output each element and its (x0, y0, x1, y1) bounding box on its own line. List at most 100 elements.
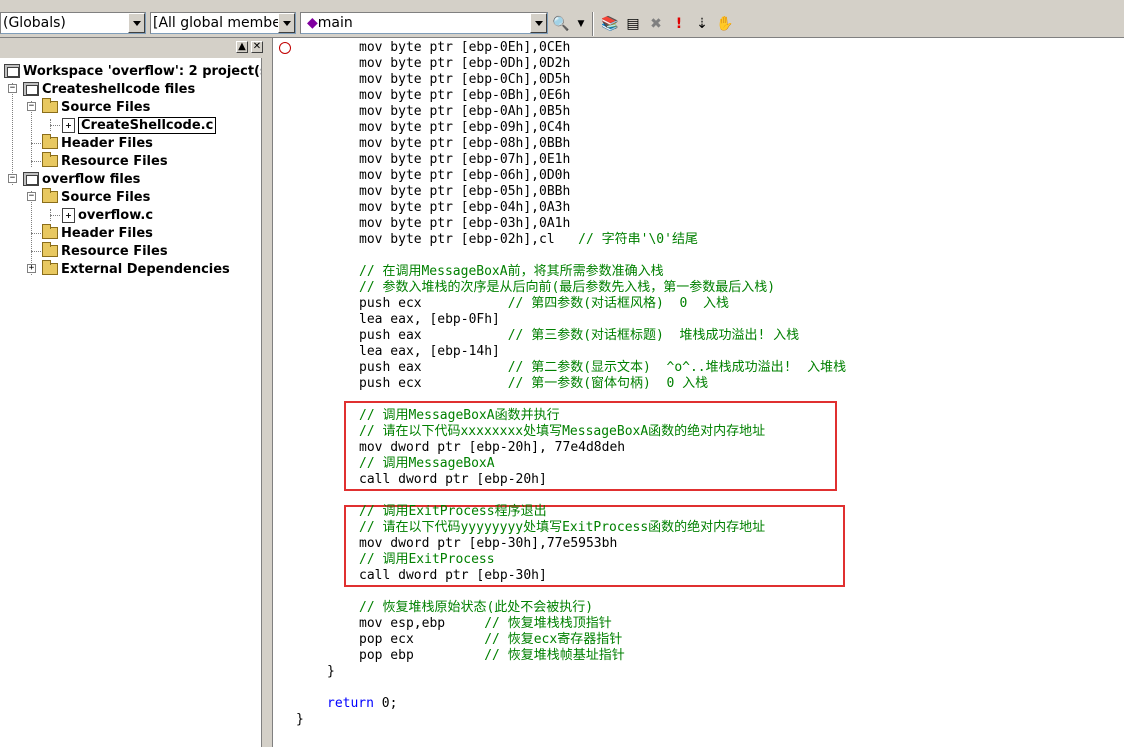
code-comment: // 第三参数(对话框标题) 堆栈成功溢出! 入栈 (507, 328, 800, 343)
folder-header-files[interactable]: Header Files (42, 224, 153, 242)
project-label: Createshellcode files (42, 81, 196, 97)
dock-icon[interactable]: ▲ (236, 41, 248, 53)
chevron-down-icon[interactable] (128, 13, 145, 33)
code-keyword: return (327, 696, 374, 711)
chevron-down-icon[interactable] (278, 13, 295, 33)
breakpoint-icon[interactable] (279, 42, 291, 54)
code-text: pop ecx (359, 632, 485, 647)
code-comment: // 调用ExitProcess (359, 552, 495, 567)
chevron-down-icon[interactable] (530, 13, 547, 33)
folder-label: Header Files (61, 225, 153, 241)
code-line: call dword ptr [ebp-30h] (359, 568, 547, 583)
folder-header-files[interactable]: Header Files (42, 134, 153, 152)
collapse-icon[interactable]: − (27, 102, 36, 111)
workspace-tree: Workspace 'overflow': 2 project(s) − Cre… (0, 58, 262, 747)
folder-resource-files[interactable]: Resource Files (42, 152, 168, 170)
code-text: pop ebp (359, 648, 485, 663)
folder-icon (42, 134, 58, 149)
workspace-root[interactable]: Workspace 'overflow': 2 project(s) (4, 62, 262, 80)
folder-icon (42, 260, 58, 275)
code-text: mov esp,ebp (359, 616, 485, 631)
folder-external-dependencies[interactable]: External Dependencies (42, 260, 230, 278)
toolbar: (Globals) [All global members ◆main 🔍 ▼ … (0, 0, 1124, 38)
folder-label: Header Files (61, 135, 153, 151)
globals-combo[interactable]: (Globals) (0, 12, 146, 34)
folder-resource-files[interactable]: Resource Files (42, 242, 168, 260)
code-line: } (327, 664, 335, 679)
folder-source-files[interactable]: Source Files (42, 188, 150, 206)
project-icon (23, 82, 39, 96)
execute-icon[interactable]: ! (669, 14, 689, 34)
editor-gutter[interactable] (272, 38, 296, 747)
expand-icon[interactable]: + (27, 264, 36, 273)
code-comment: // 字符串'\0'结尾 (578, 232, 698, 247)
file-overflow[interactable]: + overflow.c (62, 206, 153, 224)
code-line: // 恢复堆栈原始状态(此处不会被执行) (359, 600, 593, 616)
workspace-title: Workspace 'overflow': 2 project(s) (23, 63, 262, 79)
close-icon[interactable]: ✕ (251, 41, 263, 53)
code-line: lea eax, [ebp-14h] (359, 344, 500, 359)
code-comment: // 调用MessageBoxA (359, 456, 495, 471)
folder-label: Resource Files (61, 153, 168, 169)
build-icon[interactable]: 📚 (600, 14, 620, 34)
stop-build-icon[interactable]: ✖ (646, 14, 666, 34)
code-line: pop ebp // 恢复堆栈帧基址指针 (359, 648, 625, 664)
members-combo[interactable]: [All global members (150, 12, 296, 34)
code-line: push ecx // 第四参数(对话框风格) 0 入栈 (359, 296, 729, 312)
project-overflow[interactable]: overflow files (23, 170, 140, 188)
code-line: mov byte ptr [ebp-0Dh],0D2h (359, 56, 571, 71)
code-text: 0; (373, 696, 398, 711)
tree-line (31, 143, 41, 144)
code-text: push ecx (359, 376, 508, 391)
code-line: return 0; (327, 696, 397, 712)
code-comment: // 第四参数(对话框风格) 0 入栈 (507, 296, 729, 311)
tree-line (50, 215, 60, 216)
code-line: // 在调用MessageBoxA前，将其所需参数准确入栈 (359, 264, 664, 280)
code-line: lea eax, [ebp-0Fh] (359, 312, 500, 327)
project-icon (23, 172, 39, 186)
folder-icon (42, 224, 58, 239)
function-combo-row: ◆main (307, 15, 353, 31)
code-comment: // 恢复堆栈栈顶指针 (484, 616, 612, 631)
compile-icon[interactable]: ▤ (623, 14, 643, 34)
folder-source-files[interactable]: Source Files (42, 98, 150, 116)
code-editor[interactable]: mov byte ptr [ebp-0Eh],0CEh mov byte ptr… (296, 38, 1124, 747)
folder-label: Source Files (61, 189, 151, 205)
code-comment: // 调用ExitProcess程序退出 (359, 504, 547, 519)
collapse-icon[interactable]: − (27, 192, 36, 201)
code-line: mov byte ptr [ebp-08h],0BBh (359, 136, 571, 151)
code-comment: // 第二参数(显示文本) ^o^..堆栈成功溢出! 入堆栈 (507, 360, 847, 375)
code-line: // 调用MessageBoxA函数并执行 (359, 408, 560, 424)
folder-label: External Dependencies (61, 261, 230, 277)
wizard-dropdown-icon[interactable]: ▼ (571, 14, 591, 34)
code-line: // 请在以下代码yyyyyyyy处填写ExitProcess函数的绝对内存地址 (359, 520, 765, 536)
function-combo[interactable]: ◆main (300, 12, 548, 34)
folder-icon (42, 152, 58, 167)
code-comment: // 参数入堆栈的次序是从后向前(最后参数先入栈，第一参数最后入栈) (359, 280, 776, 295)
wizard-icon[interactable]: 🔍 (551, 14, 571, 34)
code-line: mov byte ptr [ebp-0Ch],0D5h (359, 72, 571, 87)
code-line: mov dword ptr [ebp-20h], 77e4d8deh (359, 440, 626, 455)
globals-combo-value: (Globals) (3, 15, 66, 31)
code-line: mov byte ptr [ebp-07h],0E1h (359, 152, 571, 167)
go-icon[interactable]: ✋ (715, 14, 735, 34)
tree-line (12, 83, 13, 185)
code-line: // 调用ExitProcess程序退出 (359, 504, 547, 520)
collapse-icon[interactable]: − (8, 84, 17, 93)
project-createshellcode[interactable]: Createshellcode files (23, 80, 195, 98)
file-label: CreateShellcode.c (78, 116, 217, 134)
code-line: mov byte ptr [ebp-0Eh],0CEh (359, 40, 571, 55)
code-comment: // 调用MessageBoxA函数并执行 (359, 408, 560, 423)
file-createshellcode[interactable]: + CreateShellcode.c (62, 116, 217, 134)
code-line: mov byte ptr [ebp-05h],0BBh (359, 184, 571, 199)
code-comment: // 请在以下代码yyyyyyyy处填写ExitProcess函数的绝对内存地址 (359, 520, 766, 535)
function-icon: ◆ (307, 15, 318, 31)
tree-line (31, 233, 41, 234)
collapse-icon[interactable]: − (8, 174, 17, 183)
code-comment: // 恢复ecx寄存器指针 (484, 632, 623, 647)
tree-line (31, 161, 41, 162)
insert-breakpoint-icon[interactable]: ⇣ (692, 14, 712, 34)
code-line: mov dword ptr [ebp-30h],77e5953bh (359, 536, 618, 551)
tree-line (31, 251, 41, 252)
code-line: mov byte ptr [ebp-06h],0D0h (359, 168, 571, 183)
